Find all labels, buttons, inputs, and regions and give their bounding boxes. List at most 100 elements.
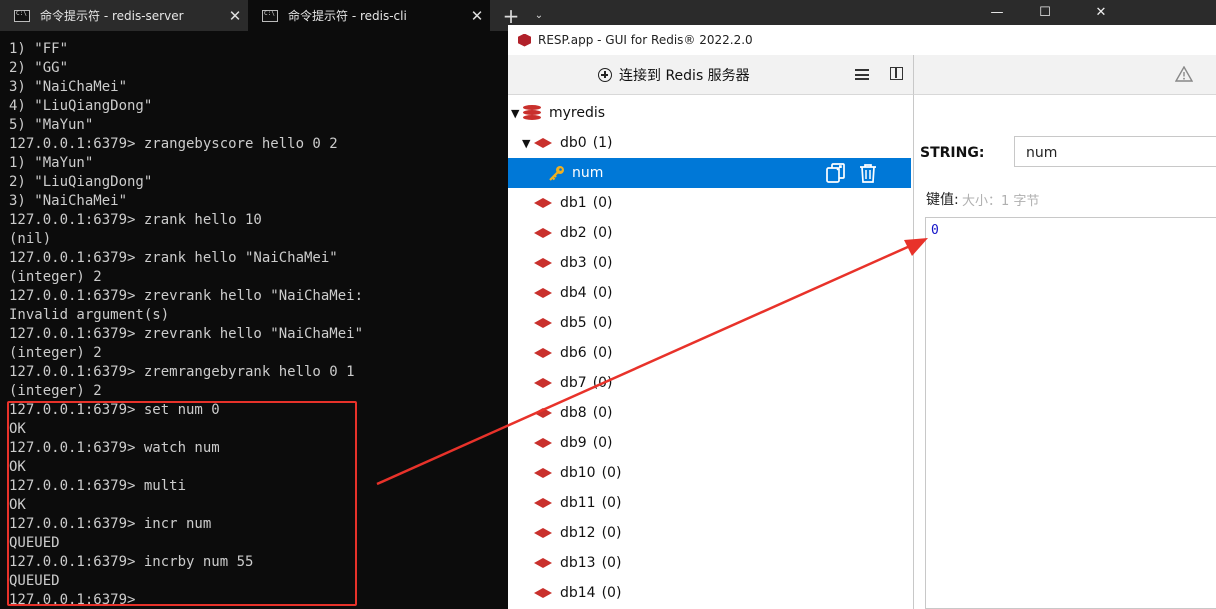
tree-db-db4[interactable]: db4 (0) (508, 278, 911, 308)
tree-db-db7[interactable]: db7 (0) (508, 368, 911, 398)
db-name: db0 (560, 135, 587, 151)
tree-db-db13[interactable]: db13 (0) (508, 548, 911, 578)
key-name: num (572, 165, 604, 181)
database-icon (534, 258, 552, 268)
db-count: (0) (601, 495, 622, 511)
connection-tree: ▼ myredis ▼ db0 (1) num db1 (0) db2 (0) … (508, 95, 914, 609)
cmd-icon (262, 9, 278, 22)
warning-icon[interactable] (1175, 66, 1193, 82)
tree-db-db8[interactable]: db8 (0) (508, 398, 911, 428)
database-icon (534, 558, 552, 568)
terminal-line: 1) "FF" (9, 41, 69, 57)
terminal-line: 127.0.0.1:6379> zrank hello 10 (9, 212, 262, 228)
terminal-line: 127.0.0.1:6379> zrevrank hello "NaiChaMe… (9, 288, 364, 304)
db-count: (0) (592, 285, 613, 301)
resp-app-window: RESP.app - GUI for Redis® 2022.2.0 连接到 R… (508, 25, 1216, 609)
terminal-line: (integer) 2 (9, 383, 102, 399)
tree-db-db12[interactable]: db12 (0) (508, 518, 911, 548)
database-icon (534, 138, 552, 148)
terminal-line: QUEUED (9, 573, 60, 589)
value-editor[interactable]: 0 (925, 217, 1216, 609)
tree-db-db3[interactable]: db3 (0) (508, 248, 911, 278)
close-window-button[interactable]: ✕ (1072, 0, 1130, 25)
database-icon (534, 588, 552, 598)
add-circle-icon (598, 68, 612, 82)
value-text: 0 (931, 223, 939, 238)
db-name: db9 (560, 435, 587, 451)
terminal-line: 127.0.0.1:6379> incr num (9, 516, 212, 532)
db-count: (0) (592, 405, 613, 421)
db-name: db10 (560, 465, 596, 481)
key-type-label: STRING: (920, 145, 985, 161)
panel-layout-icon[interactable] (890, 67, 903, 80)
tree-db-db11[interactable]: db11 (0) (508, 488, 911, 518)
expand-arrow-icon[interactable]: ▼ (522, 137, 534, 150)
expand-arrow-icon[interactable]: ▼ (511, 107, 523, 120)
key-detail-panel: STRING: num 键值: 大小：1 字节 0 (914, 95, 1216, 609)
database-icon (534, 468, 552, 478)
db-count: (0) (592, 255, 613, 271)
connection-name: myredis (549, 105, 606, 121)
terminal-line: 4) "LiuQiangDong" (9, 98, 153, 114)
terminal-line: 3) "NaiChaMei" (9, 193, 128, 209)
cmd-icon (14, 9, 30, 22)
window-title: RESP.app - GUI for Redis® 2022.2.0 (538, 33, 753, 47)
tree-db-db6[interactable]: db6 (0) (508, 338, 911, 368)
list-icon[interactable] (855, 69, 869, 80)
terminal-line: OK (9, 421, 26, 437)
trash-icon[interactable] (857, 162, 879, 184)
tree-db-db9[interactable]: db9 (0) (508, 428, 911, 458)
db-name: db12 (560, 525, 596, 541)
database-icon (534, 408, 552, 418)
connect-label: 连接到 Redis 服务器 (619, 68, 750, 84)
maximize-button[interactable]: ☐ (1016, 0, 1074, 25)
resp-title-bar: RESP.app - GUI for Redis® 2022.2.0 (508, 25, 1216, 55)
redis-server-icon (523, 105, 541, 121)
database-icon (534, 378, 552, 388)
connect-redis-button[interactable]: 连接到 Redis 服务器 (598, 63, 750, 87)
tab-redis-cli[interactable]: 命令提示符 - redis-cli ✕ (248, 0, 490, 31)
tree-db-db5[interactable]: db5 (0) (508, 308, 911, 338)
database-icon (534, 288, 552, 298)
db-count: (0) (592, 225, 613, 241)
terminal-line: 127.0.0.1:6379> (9, 592, 136, 608)
db-name: db11 (560, 495, 596, 511)
close-icon[interactable]: ✕ (464, 7, 490, 25)
value-label: 键值: (926, 192, 959, 208)
database-icon (534, 198, 552, 208)
key-icon (549, 166, 564, 181)
terminal-line: 127.0.0.1:6379> multi (9, 478, 187, 494)
database-icon (534, 438, 552, 448)
terminal-output[interactable]: 1) "FF" 2) "GG" 3) "NaiChaMei" 4) "LiuQiang… (0, 31, 508, 609)
tree-db-db2[interactable]: db2 (0) (508, 218, 911, 248)
terminal-line: 3) "NaiChaMei" (9, 79, 128, 95)
terminal-line: 127.0.0.1:6379> zrank hello "NaiChaMei" (9, 250, 338, 266)
terminal-line: QUEUED (9, 535, 60, 551)
resp-logo-icon (518, 33, 531, 47)
db-count: (0) (592, 195, 613, 211)
db-count: (0) (601, 585, 622, 601)
tree-db-db14[interactable]: db14 (0) (508, 578, 911, 608)
tree-db-db1[interactable]: db1 (0) (508, 188, 911, 218)
terminal-line: 5) "MaYun" (9, 117, 94, 133)
tree-db-db10[interactable]: db10 (0) (508, 458, 911, 488)
db-count: (0) (592, 435, 613, 451)
terminal-line: OK (9, 459, 26, 475)
tree-connection-myredis[interactable]: ▼ myredis (508, 98, 911, 128)
terminal-line: 127.0.0.1:6379> incrby num 55 (9, 554, 254, 570)
db-name: db13 (560, 555, 596, 571)
tree-key-num[interactable]: num (508, 158, 911, 188)
key-name-field[interactable]: num (1014, 136, 1216, 167)
tree-db-db0[interactable]: ▼ db0 (1) (508, 128, 911, 158)
db-name: db6 (560, 345, 587, 361)
db-count: (0) (592, 375, 613, 391)
tab-redis-server[interactable]: 命令提示符 - redis-server ✕ (0, 0, 248, 31)
copy-key-icon[interactable] (825, 162, 847, 184)
db-name: db4 (560, 285, 587, 301)
tab-title: 命令提示符 - redis-server (40, 9, 184, 23)
close-icon[interactable]: ✕ (222, 7, 248, 25)
detail-toolbar (914, 55, 1216, 95)
database-icon (534, 318, 552, 328)
terminal-line: OK (9, 497, 26, 513)
terminal-line: 127.0.0.1:6379> zrangebyscore hello 0 2 (9, 136, 338, 152)
